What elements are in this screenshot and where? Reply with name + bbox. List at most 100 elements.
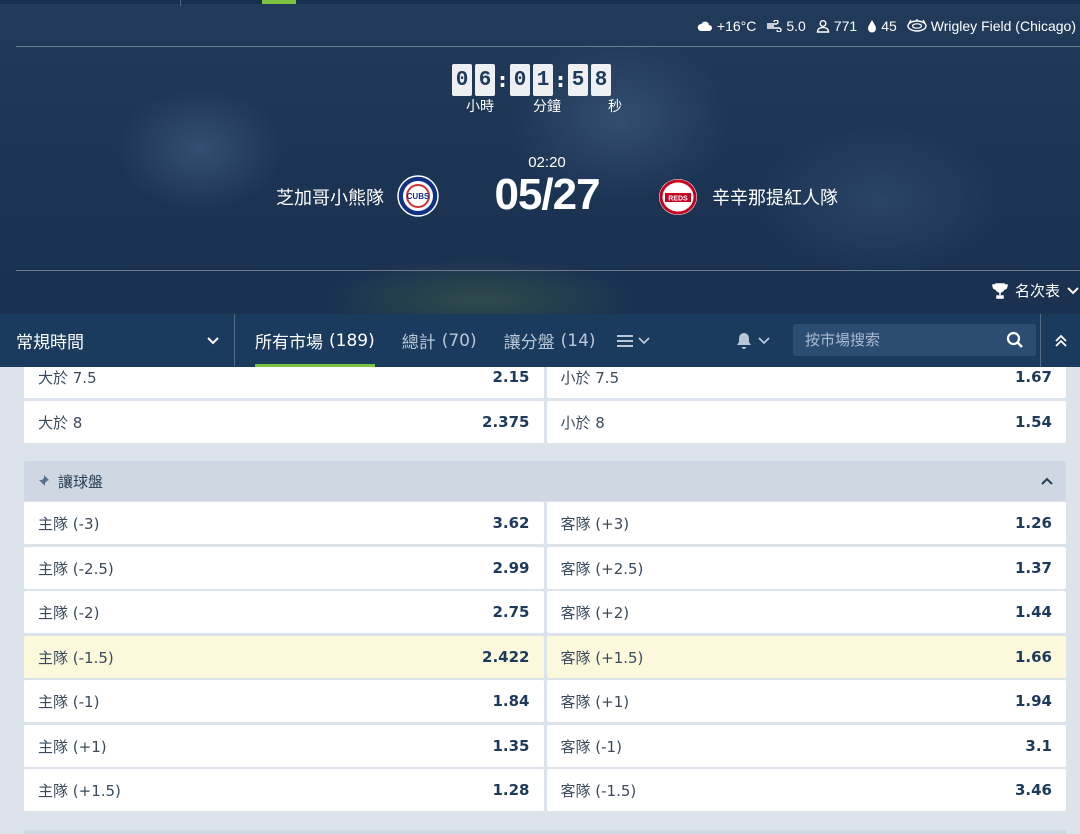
odds-value: 1.28 (492, 781, 530, 799)
odds-button[interactable]: 小於 7.5 1.67 (546, 367, 1066, 398)
selection-label: 主隊 (-2.5) (38, 559, 114, 578)
weather-attendance: 771 (816, 18, 857, 34)
more-markets-menu[interactable] (616, 314, 650, 367)
odds-button[interactable]: 主隊 (+1.5) 1.28 (24, 769, 544, 811)
chevron-down-icon (758, 336, 770, 344)
svg-text:REDS: REDS (668, 196, 688, 203)
countdown-timer: 0 6 : 0 1 : 5 8 (452, 64, 611, 96)
notifications-menu[interactable] (736, 314, 770, 367)
cubs-logo-icon: CUBS (397, 175, 439, 217)
standings-label: 名次表 (1014, 282, 1060, 300)
countdown-digit: 1 (533, 64, 553, 96)
odds-value: 1.94 (1014, 692, 1052, 710)
match-time: 02:20 (528, 154, 566, 171)
handicap-row: 主隊 (-3) 3.62 客隊 (+3) 1.26 (24, 502, 1066, 544)
odds-button[interactable]: 客隊 (+1.5) 1.66 (546, 636, 1066, 678)
odds-button[interactable]: 客隊 (+3) 1.26 (546, 502, 1066, 544)
weather-temperature: +16°C (697, 18, 756, 34)
selection-label: 主隊 (-1.5) (38, 648, 114, 667)
countdown-separator: : (498, 68, 507, 92)
odds-button[interactable]: 客隊 (-1) 3.1 (546, 725, 1066, 767)
weather-venue: Wrigley Field (Chicago) (907, 18, 1076, 34)
collapse-header-button[interactable] (1040, 314, 1080, 367)
odds-value: 1.44 (1014, 603, 1052, 621)
odds-value: 1.37 (1014, 559, 1052, 577)
odds-button[interactable]: 主隊 (-3) 3.62 (24, 502, 544, 544)
selection-label: 客隊 (+3) (560, 514, 630, 533)
odds-button[interactable]: 小於 8 1.54 (546, 401, 1066, 443)
handicap-row: 主隊 (-2) 2.75 客隊 (+2) 1.44 (24, 591, 1066, 633)
countdown-digit: 0 (452, 64, 472, 96)
odds-button[interactable]: 大於 8 2.375 (24, 401, 544, 443)
odds-value: 1.35 (492, 737, 530, 755)
tab-count: (14) (560, 330, 596, 351)
odds-value: 1.67 (1014, 368, 1052, 386)
drop-icon (868, 20, 877, 33)
selection-label: 客隊 (+1) (560, 692, 630, 711)
odds-button[interactable]: 主隊 (-1) 1.84 (24, 680, 544, 722)
odds-button[interactable]: 客隊 (+2) 1.44 (546, 591, 1066, 633)
selection-label: 主隊 (-2) (38, 603, 100, 622)
selection-label: 主隊 (+1.5) (38, 781, 121, 800)
selection-label: 小於 7.5 (560, 368, 620, 387)
market-tabs: 所有市場 (189) 總計 (70) 讓分盤 (14) (255, 314, 596, 367)
odds-value: 2.99 (492, 559, 530, 577)
odds-value: 1.54 (1014, 413, 1052, 431)
odds-button[interactable]: 客隊 (-1.5) 3.46 (546, 769, 1066, 811)
odds-value: 2.15 (492, 368, 530, 386)
trophy-icon (992, 282, 1008, 299)
tab-totals[interactable]: 總計 (70) (402, 314, 477, 367)
standings-button[interactable]: 名次表 (991, 280, 1080, 301)
market-navbar: 常規時間 所有市場 (189) 總計 (70) 讓分盤 (14) (0, 314, 1080, 367)
tab-label: 總計 (401, 333, 436, 353)
selection-label: 大於 8 (38, 413, 83, 432)
attendance-value: 771 (833, 18, 858, 34)
odds-button[interactable]: 主隊 (-1.5) 2.422 (24, 636, 544, 678)
wind-icon (767, 20, 783, 32)
odds-value: 2.422 (482, 648, 530, 666)
countdown-digit: 5 (568, 64, 588, 96)
tab-handicap[interactable]: 讓分盤 (14) (504, 314, 596, 367)
chevron-up-icon (1041, 477, 1053, 485)
countdown-seconds-label: 秒 (608, 99, 622, 115)
countdown-digit: 8 (591, 64, 611, 96)
wind-value: 5.0 (786, 18, 806, 34)
odds-button[interactable]: 大於 7.5 2.15 (24, 367, 544, 398)
weather-wind: 5.0 (766, 18, 806, 34)
next-market-group-header[interactable] (24, 830, 1066, 834)
period-label: 常規時間 (16, 333, 84, 353)
temperature-value: +16°C (716, 18, 757, 34)
chevron-down-icon (207, 336, 219, 344)
odds-button[interactable]: 主隊 (-2) 2.75 (24, 591, 544, 633)
odds-button[interactable]: 主隊 (+1) 1.35 (24, 725, 544, 767)
market-group-header[interactable]: 讓球盤 (24, 461, 1066, 501)
selection-label: 小於 8 (560, 413, 605, 432)
bell-icon (737, 333, 751, 349)
double-chevron-up-icon (1054, 334, 1067, 347)
odds-value: 2.375 (482, 413, 530, 431)
tab-count: (70) (441, 330, 477, 351)
odds-value: 1.26 (1014, 514, 1052, 532)
odds-value: 1.84 (492, 692, 530, 710)
selection-label: 客隊 (+1.5) (560, 648, 644, 667)
period-dropdown[interactable]: 常規時間 (0, 314, 235, 367)
odds-button[interactable]: 客隊 (+2.5) 1.37 (546, 547, 1066, 589)
odds-button[interactable]: 主隊 (-2.5) 2.99 (24, 547, 544, 589)
active-tab-indicator (262, 0, 296, 4)
svg-text:CUBS: CUBS (407, 192, 430, 201)
totals-row: 大於 7.5 2.15 小於 7.5 1.67 (24, 367, 1066, 398)
tab-all-markets[interactable]: 所有市場 (189) (255, 314, 375, 367)
selection-label: 大於 7.5 (38, 368, 97, 387)
tab-label: 所有市場 (255, 333, 323, 353)
market-group-title: 讓球盤 (58, 472, 104, 491)
search-icon[interactable] (1006, 331, 1024, 349)
market-search (793, 324, 1036, 356)
odds-button[interactable]: 客隊 (+1) 1.94 (546, 680, 1066, 722)
pin-icon[interactable] (36, 474, 50, 488)
selection-label: 主隊 (-3) (38, 514, 100, 533)
tab-label: 讓分盤 (503, 333, 555, 353)
search-input[interactable] (805, 331, 995, 349)
event-header: +16°C 5.0 771 45 Wrigley Field (Chicago)… (0, 0, 1080, 314)
countdown-hours-label: 小時 (466, 99, 494, 115)
countdown-separator: : (556, 68, 565, 92)
